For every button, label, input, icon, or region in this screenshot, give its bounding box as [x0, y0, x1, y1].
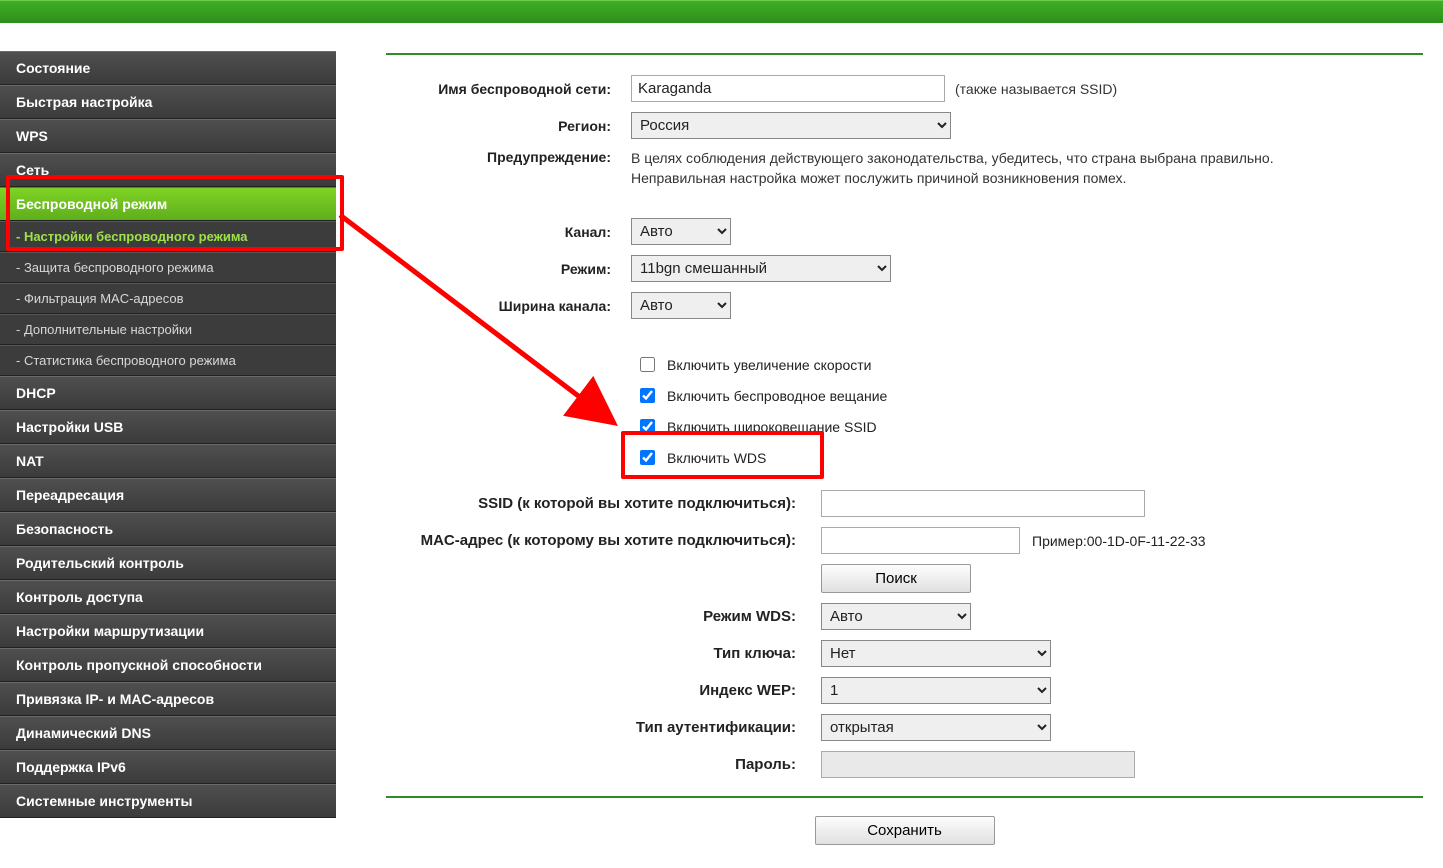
main-panel: Имя беспроводной сети: (также называется…: [336, 23, 1443, 865]
sidebar-item-14[interactable]: Безопасность: [0, 512, 336, 546]
width-label: Ширина канала:: [386, 298, 631, 314]
sidebar-item-7[interactable]: - Фильтрация MAC-адресов: [0, 283, 336, 314]
wds-enable-checkbox[interactable]: [640, 450, 655, 465]
wds-ssid-input[interactable]: [821, 490, 1145, 517]
sidebar-item-19[interactable]: Привязка IP- и MAC-адресов: [0, 682, 336, 716]
mode-label: Режим:: [386, 261, 631, 277]
wireless-broadcast-label: Включить беспроводное вещание: [667, 388, 887, 404]
sidebar-item-21[interactable]: Поддержка IPv6: [0, 750, 336, 784]
wds-enable-label: Включить WDS: [667, 450, 766, 466]
warning-label: Предупреждение:: [386, 149, 631, 188]
wds-wep-select[interactable]: 1: [821, 677, 1051, 704]
region-label: Регион:: [386, 118, 631, 134]
sidebar-item-6[interactable]: - Защита беспроводного режима: [0, 252, 336, 283]
sidebar-item-10[interactable]: DHCP: [0, 376, 336, 410]
sidebar-item-0[interactable]: Состояние: [0, 51, 336, 85]
ssid-broadcast-label: Включить широковещание SSID: [667, 419, 877, 435]
channel-label: Канал:: [386, 224, 631, 240]
wds-mac-example: Пример:00-1D-0F-11-22-33: [1032, 533, 1206, 549]
sidebar-item-13[interactable]: Переадресация: [0, 478, 336, 512]
wds-mac-label: MAC-адрес (к которому вы хотите подключи…: [386, 532, 821, 549]
wireless-broadcast-checkbox[interactable]: [640, 388, 655, 403]
sidebar-item-3[interactable]: Сеть: [0, 153, 336, 187]
wds-pass-label: Пароль:: [386, 756, 821, 773]
wds-key-label: Тип ключа:: [386, 645, 821, 662]
wds-ssid-label: SSID (к которой вы хотите подключиться):: [386, 495, 821, 512]
channel-select[interactable]: Авто: [631, 218, 731, 245]
wds-search-button[interactable]: Поиск: [821, 564, 971, 593]
width-select[interactable]: Авто: [631, 292, 731, 319]
wds-key-select[interactable]: Нет: [821, 640, 1051, 667]
ssid-note: (также называется SSID): [955, 81, 1117, 97]
region-select[interactable]: Россия: [631, 112, 951, 139]
ssid-broadcast-checkbox[interactable]: [640, 419, 655, 434]
save-button[interactable]: Сохранить: [815, 816, 995, 845]
ssid-input[interactable]: [631, 75, 945, 102]
sidebar-item-18[interactable]: Контроль пропускной способности: [0, 648, 336, 682]
mode-select[interactable]: 11bgn смешанный: [631, 255, 891, 282]
wds-mode-label: Режим WDS:: [386, 608, 821, 625]
speed-boost-checkbox[interactable]: [640, 357, 655, 372]
sidebar-item-9[interactable]: - Статистика беспроводного режима: [0, 345, 336, 376]
sidebar-item-4[interactable]: Беспроводной режим: [0, 187, 336, 221]
top-green-bar: [0, 0, 1443, 23]
sidebar-item-15[interactable]: Родительский контроль: [0, 546, 336, 580]
sidebar-item-17[interactable]: Настройки маршрутизации: [0, 614, 336, 648]
wds-auth-select[interactable]: открытая: [821, 714, 1051, 741]
wds-mode-select[interactable]: Авто: [821, 603, 971, 630]
ssid-label: Имя беспроводной сети:: [386, 81, 631, 97]
sidebar-item-20[interactable]: Динамический DNS: [0, 716, 336, 750]
sidebar-item-1[interactable]: Быстрая настройка: [0, 85, 336, 119]
wds-wep-label: Индекс WEP:: [386, 682, 821, 699]
wds-password-input: [821, 751, 1135, 778]
separator: [386, 796, 1423, 798]
wds-mac-input[interactable]: [821, 527, 1020, 554]
sidebar-item-8[interactable]: - Дополнительные настройки: [0, 314, 336, 345]
sidebar-item-16[interactable]: Контроль доступа: [0, 580, 336, 614]
speed-boost-label: Включить увеличение скорости: [667, 357, 871, 373]
wds-auth-label: Тип аутентификации:: [386, 719, 821, 736]
sidebar-item-12[interactable]: NAT: [0, 444, 336, 478]
sidebar-item-2[interactable]: WPS: [0, 119, 336, 153]
warning-text: В целях соблюдения действующего законода…: [631, 149, 1423, 188]
sidebar-item-11[interactable]: Настройки USB: [0, 410, 336, 444]
sidebar-item-5[interactable]: - Настройки беспроводного режима: [0, 221, 336, 252]
sidebar-menu: СостояниеБыстрая настройкаWPSСетьБеспров…: [0, 23, 336, 865]
sidebar-item-22[interactable]: Системные инструменты: [0, 784, 336, 818]
